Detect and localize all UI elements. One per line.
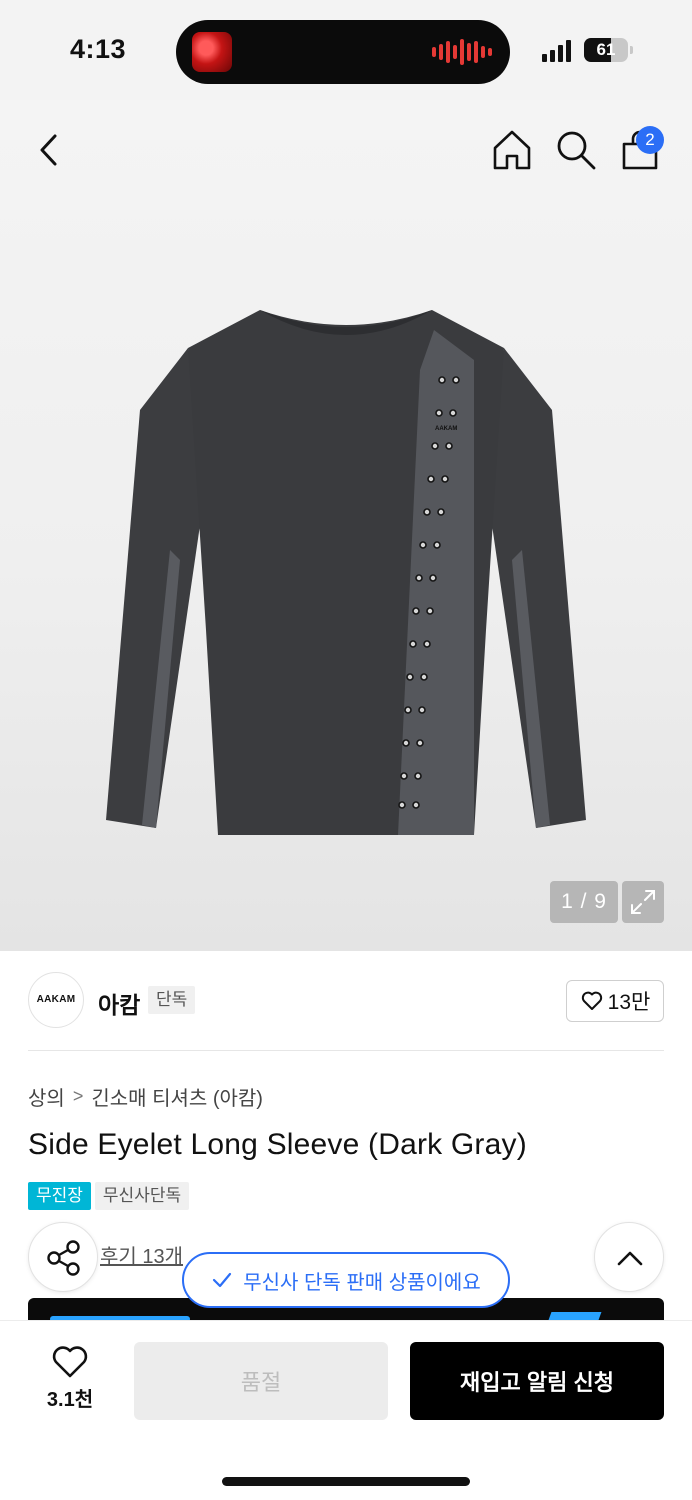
- battery-tip: [630, 46, 633, 54]
- cart-count-badge: 2: [636, 126, 664, 154]
- expand-icon: [631, 890, 655, 914]
- breadcrumb-subcategory[interactable]: 긴소매 티셔츠 (아캄): [91, 1082, 263, 1111]
- product-photo: AAKAM: [106, 310, 586, 835]
- back-button[interactable]: [30, 130, 70, 170]
- brand-logo[interactable]: AAKAM: [28, 972, 84, 1028]
- bottom-action-bar: 3.1천 품절 재입고 알림 신청: [0, 1320, 692, 1500]
- brand-like-button[interactable]: 13만: [566, 980, 664, 1022]
- product-image-gallery[interactable]: AAKAM 1 / 9: [0, 100, 692, 951]
- search-button[interactable]: [554, 128, 598, 172]
- breadcrumb-separator: >: [72, 1086, 84, 1106]
- brand-name[interactable]: 아캄: [98, 986, 140, 1020]
- scroll-to-top-button[interactable]: [594, 1222, 664, 1292]
- shirt-brand-print: AAKAM: [435, 426, 457, 432]
- breadcrumb: 상의 > 긴소매 티셔츠 (아캄): [28, 1082, 263, 1111]
- restock-alert-button[interactable]: 재입고 알림 신청: [410, 1342, 664, 1420]
- heart-icon: [581, 991, 602, 1010]
- status-bar: 4:13 61: [0, 0, 692, 100]
- breadcrumb-category[interactable]: 상의: [28, 1082, 65, 1111]
- heart-icon: [52, 1346, 88, 1378]
- share-button[interactable]: [28, 1222, 98, 1292]
- brand-like-count: 13만: [607, 991, 651, 1014]
- banner-graphic-accent: [548, 1312, 602, 1320]
- tag-musinsa-exclusive: 무신사단독: [94, 1182, 190, 1210]
- tag-mujinjang: 무진장: [28, 1182, 91, 1210]
- status-time: 4:13: [70, 34, 127, 64]
- soldout-button: 품절: [134, 1342, 388, 1420]
- exclusive-tag: 단독: [148, 986, 196, 1014]
- dynamic-island[interactable]: [176, 20, 510, 84]
- home-icon: [493, 130, 531, 170]
- image-counter: 1 / 9: [550, 881, 618, 923]
- toast-message: 무신사 단독 판매 상품이에요: [243, 1271, 481, 1294]
- product-tags: 무진장 무신사단독: [28, 1182, 190, 1210]
- cellular-signal-icon: [542, 40, 571, 62]
- back-icon: [40, 134, 57, 166]
- share-icon: [47, 1240, 80, 1276]
- battery-percent: 61: [596, 40, 616, 59]
- home-indicator[interactable]: [222, 1477, 470, 1486]
- home-button[interactable]: [490, 128, 534, 172]
- check-icon: [213, 1272, 232, 1288]
- exclusive-toast: 무신사 단독 판매 상품이에요: [182, 1252, 510, 1308]
- wishlist-button[interactable]: 3.1천: [30, 1345, 110, 1417]
- audio-waveform-icon: [432, 38, 492, 66]
- wishlist-count: 3.1천: [46, 1389, 94, 1411]
- expand-image-button[interactable]: [622, 881, 664, 923]
- divider: [28, 1050, 664, 1051]
- chevron-up-icon: [617, 1251, 643, 1266]
- battery-icon: 61: [584, 38, 628, 62]
- reviews-link[interactable]: 후기 13개: [100, 1240, 183, 1269]
- search-icon: [557, 131, 596, 170]
- now-playing-artwork: [192, 32, 232, 72]
- product-title: Side Eyelet Long Sleeve (Dark Gray): [28, 1128, 527, 1161]
